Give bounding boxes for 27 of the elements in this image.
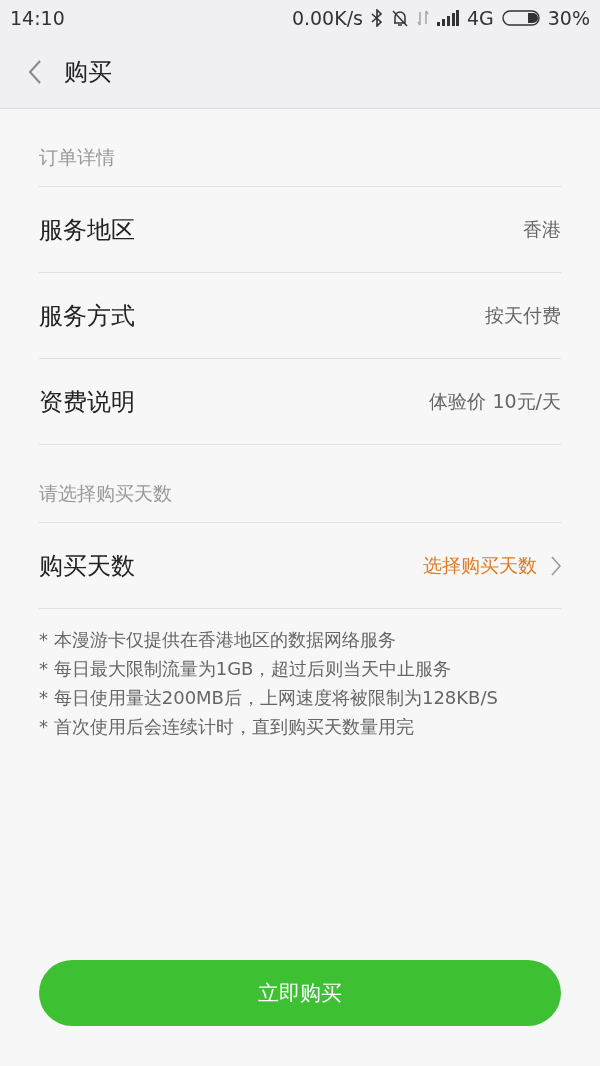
row-value: 香港 bbox=[523, 216, 561, 242]
data-arrows-icon bbox=[416, 9, 429, 27]
buy-now-button[interactable]: 立即购买 bbox=[39, 960, 561, 1026]
note-text: * 本漫游卡仅提供在香港地区的数据网络服务 bbox=[39, 628, 397, 652]
battery-icon bbox=[501, 10, 540, 26]
clock-time: 14:10 bbox=[10, 7, 65, 29]
back-icon[interactable] bbox=[28, 60, 42, 84]
note-text: * 每日最大限制流量为1GB，超过后则当天中止服务 bbox=[39, 657, 453, 681]
network-type: 4G bbox=[466, 7, 494, 29]
chevron-right-icon bbox=[551, 555, 561, 576]
section-label: 请选择购买天数 bbox=[39, 445, 561, 523]
row-label: 购买天数 bbox=[39, 550, 136, 582]
row-label: 服务地区 bbox=[39, 214, 136, 246]
select-days-link[interactable]: 选择购买天数 bbox=[423, 552, 537, 579]
network-speed: 0.00K/s bbox=[291, 7, 363, 29]
bell-muted-icon bbox=[390, 9, 409, 27]
note-text: * 每日使用量达200MB后，上网速度将被限制为128KB/S bbox=[39, 686, 499, 710]
section-label: 订单详情 bbox=[39, 109, 561, 187]
bluetooth-icon bbox=[370, 9, 383, 27]
signal-icon bbox=[436, 10, 459, 26]
row-value: 按天付费 bbox=[485, 302, 561, 328]
row-label: 服务方式 bbox=[39, 300, 136, 332]
row-label: 资费说明 bbox=[39, 386, 136, 418]
page-title: 购买 bbox=[64, 57, 112, 88]
battery-percent: 30% bbox=[547, 7, 590, 29]
note-text: * 首次使用后会连续计时，直到购买天数量用完 bbox=[39, 715, 415, 739]
row-value: 体验价 10元/天 bbox=[429, 388, 561, 414]
